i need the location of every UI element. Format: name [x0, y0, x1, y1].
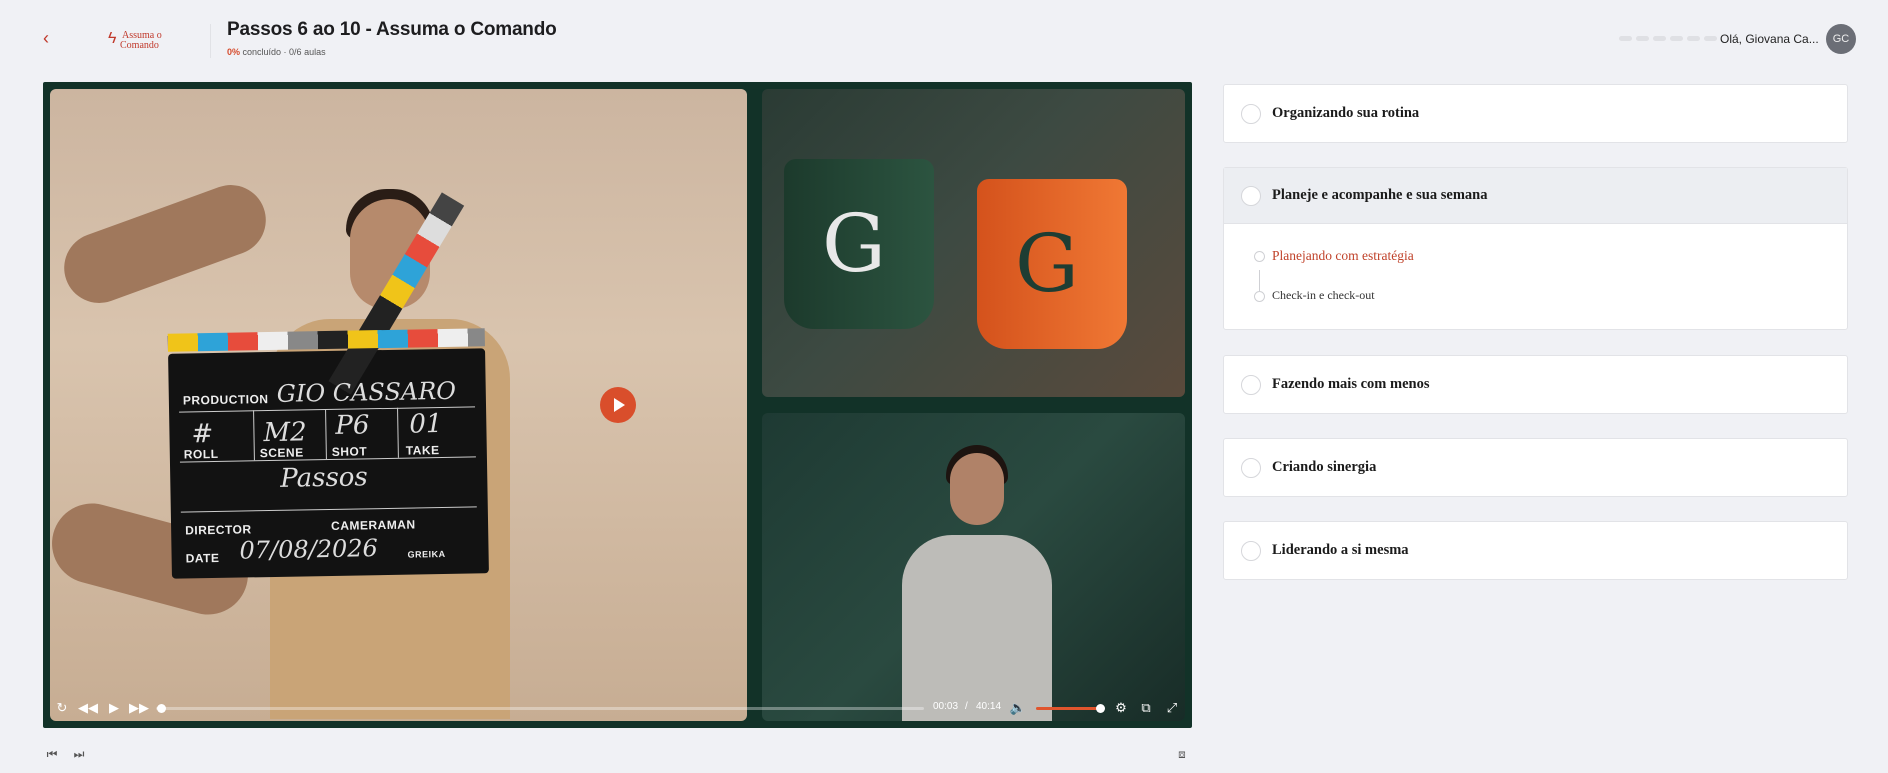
volume-slider[interactable] — [1036, 704, 1105, 713]
volume-icon: 🔈 — [1009, 700, 1027, 715]
seek-bar[interactable] — [156, 704, 924, 713]
video-player[interactable]: PRODUCTION GIO CASSARO # M2 P6 01 ROLL S… — [43, 82, 1192, 728]
lesson-status-circle — [1241, 186, 1261, 206]
step-dot — [1704, 36, 1717, 41]
replay-button[interactable]: ↻ — [52, 698, 72, 718]
video-pane-speaker — [762, 413, 1185, 721]
miniplayer-button[interactable]: ⧈ — [1173, 746, 1191, 762]
fast-forward-icon: ▶▶ — [129, 700, 149, 715]
avatar[interactable]: GC — [1826, 24, 1856, 54]
clapper-shot-value: P6 — [335, 410, 370, 441]
mug-logo: G — [822, 197, 886, 290]
play-overlay-button[interactable] — [600, 387, 636, 423]
clapper-scene-label: SCENE — [259, 445, 304, 461]
page-title: Passos 6 ao 10 - Assuma o Comando — [227, 19, 557, 40]
clapper-roll-value: # — [191, 419, 214, 450]
lightning-icon: ϟ — [108, 30, 117, 47]
clapper-take-value: 01 — [409, 409, 443, 440]
lesson-status-circle — [1241, 104, 1261, 124]
clapper-production-label: PRODUCTION — [182, 392, 269, 408]
mute-button[interactable]: 🔈 — [1008, 698, 1028, 718]
popout-button[interactable]: ⧉ — [1136, 698, 1156, 718]
external-link-icon: ⧉ — [1141, 700, 1151, 715]
skip-previous-icon: ⏮ — [46, 747, 58, 761]
forward-button[interactable]: ▶▶ — [129, 698, 149, 718]
back-button[interactable]: ‹ — [36, 28, 56, 48]
sublesson-status-dot — [1254, 291, 1265, 302]
fullscreen-icon: ⤢ — [1166, 700, 1178, 715]
mug-green: G — [784, 159, 934, 329]
clapper-director-label: DIRECTOR — [185, 522, 252, 538]
seek-handle[interactable] — [156, 704, 166, 713]
lesson-card[interactable]: Organizando sua rotina — [1223, 84, 1848, 143]
hand-figure — [54, 175, 276, 313]
clapper-date-value: 07/08/2026 — [239, 534, 379, 565]
lesson-card-header[interactable]: Planeje e acompanhe e sua semana — [1224, 168, 1847, 224]
lesson-card[interactable]: Fazendo mais com menos — [1223, 355, 1848, 414]
clapperboard: PRODUCTION GIO CASSARO # M2 P6 01 ROLL S… — [167, 192, 489, 579]
sublesson-connector — [1259, 270, 1260, 292]
step-dot — [1636, 36, 1649, 41]
settings-button[interactable]: ⚙ — [1111, 698, 1131, 718]
step-dot — [1619, 36, 1632, 41]
video-pane-mugs: G G — [762, 89, 1185, 397]
next-lesson-button[interactable]: ⏭ — [70, 746, 88, 762]
speaker-figure — [902, 435, 1052, 721]
mug-orange: G — [977, 179, 1127, 349]
clapper-date-label: DATE — [185, 550, 220, 566]
logo: ϟ Assuma o Comando — [108, 28, 172, 54]
lesson-card-expanded: Planeje e acompanhe e sua semana Planeja… — [1223, 167, 1848, 330]
rewind-button[interactable]: ◀◀ — [78, 698, 98, 718]
sublesson-title: Check-in e check-out — [1272, 288, 1375, 302]
progress-details: concluído · 0/6 aulas — [242, 47, 326, 57]
video-pane-main: PRODUCTION GIO CASSARO # M2 P6 01 ROLL S… — [50, 89, 747, 721]
logo-line2: Comando — [120, 40, 159, 51]
skip-next-icon: ⏭ — [73, 747, 85, 761]
clapper-brand: GREIKA — [407, 548, 446, 560]
replay-icon: ↻ — [56, 700, 68, 715]
rewind-icon: ◀◀ — [78, 700, 98, 715]
clapper-cameraman-label: CAMERAMAN — [330, 517, 416, 533]
step-indicator — [1619, 36, 1717, 41]
step-dot — [1653, 36, 1666, 41]
header-divider — [210, 24, 211, 58]
sublesson-title: Planejando com estratégia — [1272, 248, 1414, 263]
lesson-title: Criando sinergia — [1272, 459, 1377, 475]
volume-handle[interactable] — [1096, 704, 1105, 713]
player-controls: ↻ ◀◀ ▶ ▶▶ 00:03 / 40:14 🔈 ⚙ ⧉ ⤢ — [43, 694, 1192, 722]
lesson-card[interactable]: Criando sinergia — [1223, 438, 1848, 497]
lesson-status-circle — [1241, 541, 1261, 561]
clapper-title-value: Passos — [279, 462, 369, 494]
duration: 40:14 — [976, 701, 1002, 712]
mug-logo: G — [1015, 217, 1079, 310]
play-icon: ▶ — [109, 700, 119, 715]
current-time: 00:03 — [933, 701, 959, 712]
clapper-scene-value: M2 — [263, 417, 307, 449]
course-progress: 0% concluído · 0/6 aulas — [227, 47, 326, 57]
previous-lesson-button[interactable]: ⏮ — [43, 746, 61, 762]
gear-icon: ⚙ — [1115, 700, 1127, 715]
step-dot — [1687, 36, 1700, 41]
clapper-shot-label: SHOT — [331, 444, 368, 459]
clapper-production-value: GIO CASSARO — [276, 376, 457, 408]
progress-percent: 0% — [227, 47, 241, 57]
lesson-title: Liderando a si mesma — [1272, 542, 1409, 558]
lesson-card[interactable]: Liderando a si mesma — [1223, 521, 1848, 580]
time-separator: / — [965, 701, 968, 712]
clapper-roll-label: ROLL — [183, 446, 219, 462]
play-button[interactable]: ▶ — [104, 698, 124, 718]
chevron-left-icon: ‹ — [43, 28, 49, 48]
fullscreen-button[interactable]: ⤢ — [1162, 698, 1182, 718]
step-dot — [1670, 36, 1683, 41]
miniplayer-icon: ⧈ — [1178, 747, 1186, 761]
clapper-take-label: TAKE — [405, 443, 440, 458]
lesson-status-circle — [1241, 375, 1261, 395]
lesson-status-circle — [1241, 458, 1261, 478]
lesson-title: Planeje e acompanhe e sua semana — [1272, 187, 1488, 203]
lesson-title: Organizando sua rotina — [1272, 105, 1420, 121]
user-greeting[interactable]: Olá, Giovana Ca... — [1720, 32, 1819, 46]
lesson-title: Fazendo mais com menos — [1272, 376, 1430, 392]
sublesson-status-dot — [1254, 251, 1265, 262]
